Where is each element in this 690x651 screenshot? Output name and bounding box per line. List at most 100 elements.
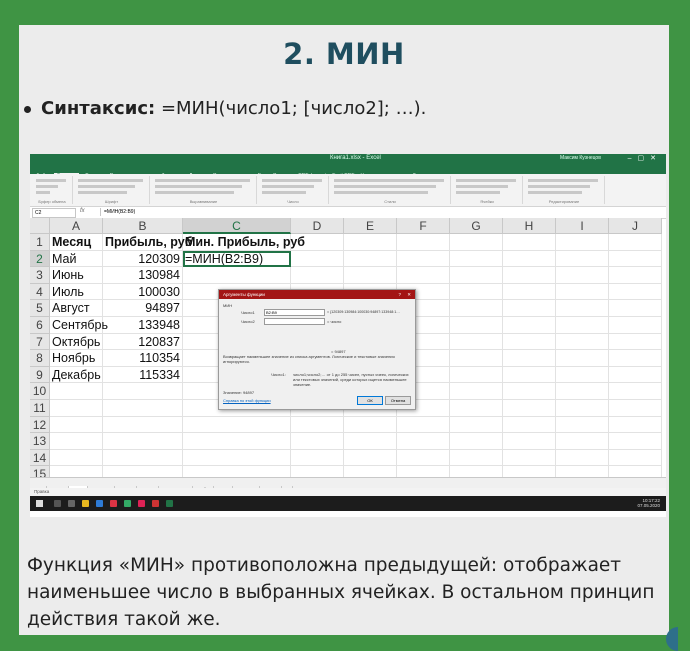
cell-B7[interactable]: 120837 bbox=[103, 333, 183, 351]
cell-C14[interactable] bbox=[183, 449, 291, 467]
cell-I2[interactable] bbox=[556, 250, 609, 268]
ribbon-button[interactable] bbox=[334, 179, 444, 182]
cell-B6[interactable]: 133948 bbox=[103, 317, 183, 334]
cell-B12[interactable] bbox=[103, 416, 183, 434]
ribbon-button[interactable] bbox=[262, 185, 314, 188]
row-header-1[interactable]: 1 bbox=[30, 234, 50, 251]
cell-C2[interactable]: =МИН(B2:B9) bbox=[183, 250, 291, 268]
cell-B3[interactable]: 130984 bbox=[103, 267, 183, 284]
cell-J4[interactable] bbox=[609, 283, 662, 301]
cell-A3[interactable]: Июнь bbox=[50, 267, 103, 284]
cell-H2[interactable] bbox=[503, 250, 556, 268]
cell-B2[interactable]: 120309 bbox=[103, 250, 183, 268]
task-view-icon[interactable] bbox=[68, 500, 75, 507]
cell-G1[interactable] bbox=[450, 234, 503, 251]
cell-H9[interactable] bbox=[503, 366, 556, 384]
column-header-I[interactable]: I bbox=[556, 218, 609, 234]
ribbon-button[interactable] bbox=[334, 185, 436, 188]
search-icon[interactable] bbox=[54, 500, 61, 507]
window-controls-icon[interactable]: –▢✕ bbox=[628, 154, 662, 162]
ribbon-button[interactable] bbox=[262, 191, 306, 194]
ribbon-button[interactable] bbox=[262, 179, 322, 182]
ribbon-button[interactable] bbox=[456, 191, 500, 194]
cell-I11[interactable] bbox=[556, 400, 609, 417]
cell-F12[interactable] bbox=[397, 416, 450, 434]
cell-J1[interactable] bbox=[609, 234, 662, 251]
cell-B9[interactable]: 115334 bbox=[103, 366, 183, 384]
cell-J10[interactable] bbox=[609, 383, 662, 400]
cell-H10[interactable] bbox=[503, 383, 556, 400]
cell-B8[interactable]: 110354 bbox=[103, 350, 183, 367]
row-header-11[interactable]: 11 bbox=[30, 400, 50, 417]
column-header-B[interactable]: B bbox=[103, 218, 183, 234]
cell-H3[interactable] bbox=[503, 267, 556, 284]
arg1-input[interactable]: B2:B9 bbox=[264, 309, 325, 316]
arg2-input[interactable] bbox=[264, 318, 325, 325]
cell-G4[interactable] bbox=[450, 283, 503, 301]
cell-F2[interactable] bbox=[397, 250, 450, 268]
cell-A14[interactable] bbox=[50, 449, 103, 467]
column-header-C[interactable]: C bbox=[183, 218, 291, 234]
cell-B5[interactable]: 94897 bbox=[103, 300, 183, 317]
cell-G3[interactable] bbox=[450, 267, 503, 284]
cell-A13[interactable] bbox=[50, 433, 103, 450]
cell-F1[interactable] bbox=[397, 234, 450, 251]
cell-J8[interactable] bbox=[609, 350, 662, 367]
cell-D1[interactable] bbox=[291, 234, 344, 251]
cell-G8[interactable] bbox=[450, 350, 503, 367]
ribbon-button[interactable] bbox=[528, 191, 582, 194]
cell-A2[interactable]: Май bbox=[50, 250, 103, 268]
cell-H5[interactable] bbox=[503, 300, 556, 317]
column-header-H[interactable]: H bbox=[503, 218, 556, 234]
row-header-12[interactable]: 12 bbox=[30, 416, 50, 434]
cell-I14[interactable] bbox=[556, 449, 609, 467]
windows-start-icon[interactable] bbox=[36, 500, 43, 507]
cell-J12[interactable] bbox=[609, 416, 662, 434]
cell-B10[interactable] bbox=[103, 383, 183, 400]
cell-I9[interactable] bbox=[556, 366, 609, 384]
cell-H4[interactable] bbox=[503, 283, 556, 301]
cell-G13[interactable] bbox=[450, 433, 503, 450]
column-header-D[interactable]: D bbox=[291, 218, 344, 234]
cell-A8[interactable]: Ноябрь bbox=[50, 350, 103, 367]
row-header-2[interactable]: 2 bbox=[30, 250, 50, 268]
cell-J7[interactable] bbox=[609, 333, 662, 351]
row-header-4[interactable]: 4 bbox=[30, 283, 50, 301]
cell-G14[interactable] bbox=[450, 449, 503, 467]
cell-D13[interactable] bbox=[291, 433, 344, 450]
cell-C3[interactable] bbox=[183, 267, 291, 284]
opera-icon[interactable] bbox=[110, 500, 117, 507]
cell-E3[interactable] bbox=[344, 267, 397, 284]
cell-F13[interactable] bbox=[397, 433, 450, 450]
cell-D14[interactable] bbox=[291, 449, 344, 467]
cell-I1[interactable] bbox=[556, 234, 609, 251]
cell-C1[interactable]: Мин. Прибыль, руб bbox=[183, 234, 305, 251]
ribbon-button[interactable] bbox=[36, 179, 66, 182]
help-link[interactable]: Справка по этой функции bbox=[223, 398, 271, 403]
cell-B13[interactable] bbox=[103, 433, 183, 450]
ribbon-button[interactable] bbox=[36, 185, 58, 188]
cell-F3[interactable] bbox=[397, 267, 450, 284]
ribbon-button[interactable] bbox=[528, 179, 598, 182]
row-header-3[interactable]: 3 bbox=[30, 267, 50, 284]
cell-A11[interactable] bbox=[50, 400, 103, 417]
column-header-J[interactable]: J bbox=[609, 218, 662, 234]
edge-icon[interactable] bbox=[96, 500, 103, 507]
cell-G9[interactable] bbox=[450, 366, 503, 384]
row-header-5[interactable]: 5 bbox=[30, 300, 50, 317]
cell-J2[interactable] bbox=[609, 250, 662, 268]
cell-E2[interactable] bbox=[344, 250, 397, 268]
cell-A9[interactable]: Декабрь bbox=[50, 366, 103, 384]
ribbon-button[interactable] bbox=[334, 191, 428, 194]
cell-I4[interactable] bbox=[556, 283, 609, 301]
cell-B11[interactable] bbox=[103, 400, 183, 417]
column-header-F[interactable]: F bbox=[397, 218, 450, 234]
column-header-E[interactable]: E bbox=[344, 218, 397, 234]
column-header-A[interactable]: A bbox=[50, 218, 103, 234]
cell-G5[interactable] bbox=[450, 300, 503, 317]
cell-E13[interactable] bbox=[344, 433, 397, 450]
cell-A1[interactable]: Месяц bbox=[50, 234, 103, 251]
formula-input[interactable]: =МИН(B2:B9) bbox=[100, 208, 664, 216]
cell-J13[interactable] bbox=[609, 433, 662, 450]
explorer-icon[interactable] bbox=[82, 500, 89, 507]
